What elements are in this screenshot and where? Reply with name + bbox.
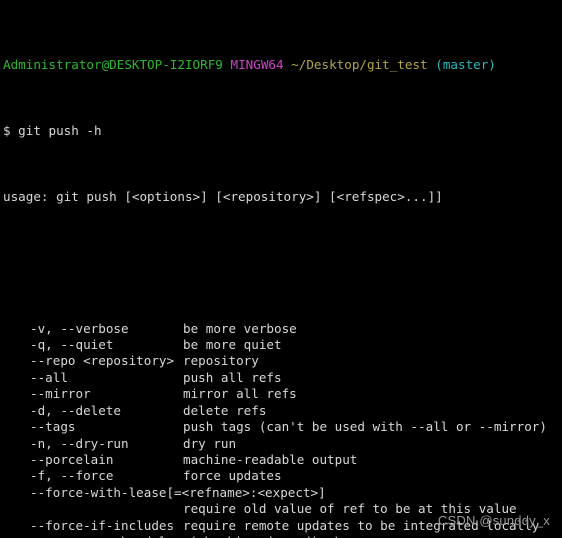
options-list: -v, --verbose be more verbose -q, --quiet b…: [3, 321, 562, 538]
option-flag: -f, --force: [30, 468, 114, 484]
blank-separator: [3, 255, 562, 271]
option-flag: -q, --quiet: [30, 336, 114, 352]
option-flag: -n, --dry-run: [30, 435, 129, 451]
option-description: push tags (can't be used with --all or -…: [183, 419, 547, 435]
watermark-label: CSDN @sunddy_x: [437, 512, 550, 528]
option-flag: --repo <repository>: [30, 353, 175, 369]
option-flag: -d, --delete: [30, 402, 121, 418]
option-row: --porcelain machine-readable output: [3, 452, 562, 468]
option-row: -f, --force force updates: [3, 468, 562, 484]
prompt-path: ~/Desktop/git_test: [291, 57, 428, 73]
option-description: delete refs: [183, 402, 267, 418]
prompt-git-branch: (master): [435, 57, 496, 73]
usage-line: usage: git push [<options>] [<repository…: [3, 188, 443, 204]
option-description: be more verbose: [183, 320, 297, 336]
option-row: -q, --quiet be more quiet: [3, 337, 562, 353]
option-flag: -v, --verbose: [30, 320, 129, 336]
option-row: -v, --verbose be more verbose: [3, 321, 562, 337]
prompt-line: Administrator@DESKTOP-I2IORF9 MINGW64 ~/…: [3, 57, 562, 73]
prompt-shell: MINGW64: [230, 57, 284, 73]
option-row: --repo <repository> repository: [3, 353, 562, 369]
prompt-symbol: $: [3, 123, 19, 139]
option-row: --recurse-submodules (check|on-demand|no…: [3, 534, 562, 538]
option-row: --tags push tags (can't be used with --al…: [3, 419, 562, 435]
option-description: machine-readable output: [183, 452, 358, 468]
option-flag: --porcelain: [30, 452, 114, 468]
prompt-user-host: Administrator@DESKTOP-I2IORF9: [3, 57, 223, 73]
option-description: push all refs: [183, 369, 282, 385]
option-row: -n, --dry-run dry run: [3, 436, 562, 452]
option-flag: --tags: [30, 419, 76, 435]
option-flag: --force-if-includes: [30, 517, 175, 533]
terminal-output: Administrator@DESKTOP-I2IORF9 MINGW64 ~/…: [3, 8, 562, 538]
option-flag: --all: [30, 369, 68, 385]
option-description: dry run: [183, 435, 237, 451]
option-description: be more quiet: [183, 336, 282, 352]
option-row: --mirror mirror all refs: [3, 386, 562, 402]
option-flag: --mirror: [30, 386, 91, 402]
option-row: --all push all refs: [3, 370, 562, 386]
option-description: force updates: [183, 468, 282, 484]
command-text: git push -h: [18, 123, 102, 139]
option-row: --force-with-lease[=<refname>:<expect>]: [3, 485, 562, 501]
option-description: mirror all refs: [183, 386, 297, 402]
option-flag: --recurse-submodules (check|on-demand|no…: [3, 534, 341, 538]
terminal-window[interactable]: Administrator@DESKTOP-I2IORF9 MINGW64 ~/…: [0, 0, 562, 538]
option-row: -d, --delete delete refs: [3, 403, 562, 419]
command-line: $ git push -h: [3, 123, 562, 139]
option-description: repository: [183, 353, 259, 369]
option-flag: --force-with-lease[=<refname>:<expect>]: [30, 484, 326, 500]
